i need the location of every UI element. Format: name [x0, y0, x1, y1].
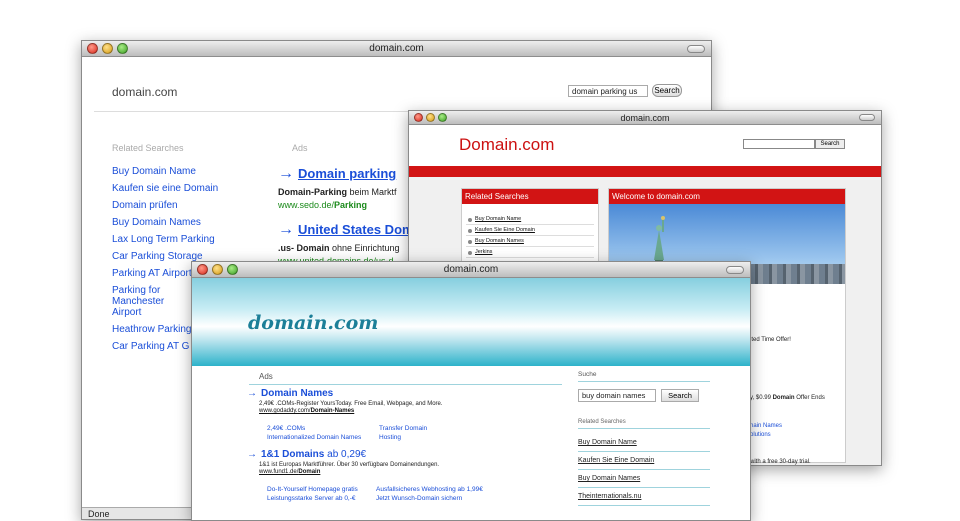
close-icon[interactable] [414, 113, 423, 122]
window-title: domain.com [369, 43, 424, 54]
ad-title-link[interactable]: Domain parking [298, 166, 396, 181]
ad-sitelink[interactable]: Hosting [379, 434, 401, 441]
related-search-link[interactable]: Kaufen Sie Eine Domain [466, 225, 594, 236]
ad-sitelink[interactable]: Transfer Domain [379, 425, 427, 432]
site-logo[interactable]: domain.com [112, 85, 177, 99]
related-search-link[interactable]: Domain prüfen [112, 197, 218, 214]
window-controls [87, 43, 128, 54]
related-search-link[interactable]: Theinternationals.nu [578, 488, 710, 506]
ad-url[interactable]: www.fund1.de/Domain [259, 469, 557, 475]
ad-title-link[interactable]: Domain Names [261, 388, 333, 399]
search-button[interactable]: Search [661, 389, 699, 403]
title-bar[interactable]: domain.com [82, 41, 711, 57]
arrow-right-icon: → [247, 388, 257, 399]
minimize-icon[interactable] [212, 264, 223, 275]
related-search-link[interactable]: Jerkins [466, 247, 594, 258]
offer-text: y, $0.99 Domain Offer Ends [750, 395, 825, 401]
search-input[interactable]: buy domain names [578, 389, 656, 403]
related-search-link[interactable]: Kaufen sie eine Domain [112, 180, 218, 197]
related-searches-list: Buy Domain Name Kaufen Sie Eine Domain B… [578, 434, 710, 506]
site-logo[interactable]: domain.com [248, 312, 378, 334]
ad-sitelink[interactable]: Do-It-Yourself Homepage gratis [267, 486, 358, 493]
minimize-icon[interactable] [426, 113, 435, 122]
maximize-icon[interactable] [227, 264, 238, 275]
window-title: domain.com [620, 113, 670, 123]
ad-sitelink[interactable]: Internationalized Domain Names [267, 434, 361, 441]
related-search-link[interactable]: Kaufen Sie Eine Domain [578, 452, 710, 470]
related-searches-list: Buy Domain Name Kaufen Sie Eine Domain B… [462, 204, 598, 258]
ad-block: → 1&1 Domains ab 0,29€ 1&1 ist Europas Ma… [247, 449, 557, 475]
toolbar-toggle-icon[interactable] [687, 45, 705, 53]
ad-description: 2,49€ .COMs-Register YoursToday. Free Em… [259, 401, 443, 407]
related-search-link[interactable]: Parking for Manchester Airport [112, 285, 192, 318]
ad-url[interactable]: www.godaddy.com/Domain-Names [259, 408, 557, 414]
offer-link[interactable]: nain Names [750, 423, 782, 429]
arrow-right-icon: → [247, 449, 257, 460]
site-title[interactable]: Domain.com [459, 135, 554, 155]
arrow-right-icon: → [278, 221, 294, 238]
offer-link[interactable]: olutions [750, 432, 771, 438]
offer-text: with a free 30-day trial. [750, 459, 811, 465]
search-button[interactable]: Search [652, 84, 682, 97]
offer-text: ited Time Offer! [750, 337, 791, 343]
ad-sitelink[interactable]: Ausfallsicheres Webhosting ab 1,99€ [376, 486, 483, 493]
header-stripe [409, 166, 881, 177]
toolbar-toggle-icon[interactable] [726, 266, 744, 274]
window-controls [414, 113, 447, 122]
page-body: Ads → Domain Names 2,49€ .COMs-Register Y… [192, 366, 750, 520]
ad-block: → Domain Names 2,49€ .COMs-Register Yours… [247, 388, 557, 414]
related-search-link[interactable]: Lax Long Term Parking [112, 231, 218, 248]
window-title: domain.com [443, 264, 499, 275]
related-search-link[interactable]: Buy Domain Names [578, 470, 710, 488]
welcome-heading: Welcome to domain.com [609, 189, 845, 204]
search-input[interactable]: domain parking us [568, 85, 648, 97]
related-search-link[interactable]: Buy Domain Name [578, 434, 710, 452]
browser-window-front: domain.com domain.com Ads → Domain Names … [191, 261, 751, 521]
arrow-right-icon: → [278, 165, 294, 182]
divider [578, 428, 710, 429]
ads-heading: Ads [259, 372, 273, 381]
title-bar[interactable]: domain.com [409, 111, 881, 125]
ad-title-link[interactable]: United States Dom [298, 222, 414, 237]
toolbar-toggle-icon[interactable] [859, 114, 875, 121]
related-searches-heading: Related Searches [112, 143, 184, 153]
search-button[interactable]: Search [815, 139, 845, 149]
related-search-link[interactable]: Buy Domain Names [466, 236, 594, 247]
maximize-icon[interactable] [117, 43, 128, 54]
search-input[interactable] [743, 139, 815, 149]
sidebar: Suche buy domain names Search Related Sea… [578, 371, 710, 506]
maximize-icon[interactable] [438, 113, 447, 122]
related-search-link[interactable]: Buy Domain Name [112, 163, 218, 180]
ad-sitelink[interactable]: Jetzt Wunsch-Domain sichern [376, 495, 462, 502]
related-search-link[interactable]: Buy Domain Name [466, 214, 594, 225]
ad-description: 1&1 ist Europas Marktführer. Über 30 ver… [259, 462, 440, 468]
divider [578, 381, 710, 382]
related-searches-heading: Related Searches [462, 189, 598, 204]
divider [249, 384, 562, 385]
site-header: domain.com [192, 278, 750, 366]
search-heading: Suche [578, 371, 597, 378]
ad-sitelink[interactable]: 2,49€ .COMs [267, 425, 305, 432]
window-controls [197, 264, 238, 275]
ad-title-link[interactable]: 1&1 Domains ab 0,29€ [261, 449, 366, 460]
related-searches-heading: Related Searches [578, 419, 626, 425]
minimize-icon[interactable] [102, 43, 113, 54]
ad-sitelink[interactable]: Leistungsstarke Server ab 0,-€ [267, 495, 356, 502]
ads-heading: Ads [292, 143, 308, 153]
related-search-link[interactable]: Buy Domain Names [112, 214, 218, 231]
title-bar[interactable]: domain.com [192, 262, 750, 278]
close-icon[interactable] [197, 264, 208, 275]
close-icon[interactable] [87, 43, 98, 54]
